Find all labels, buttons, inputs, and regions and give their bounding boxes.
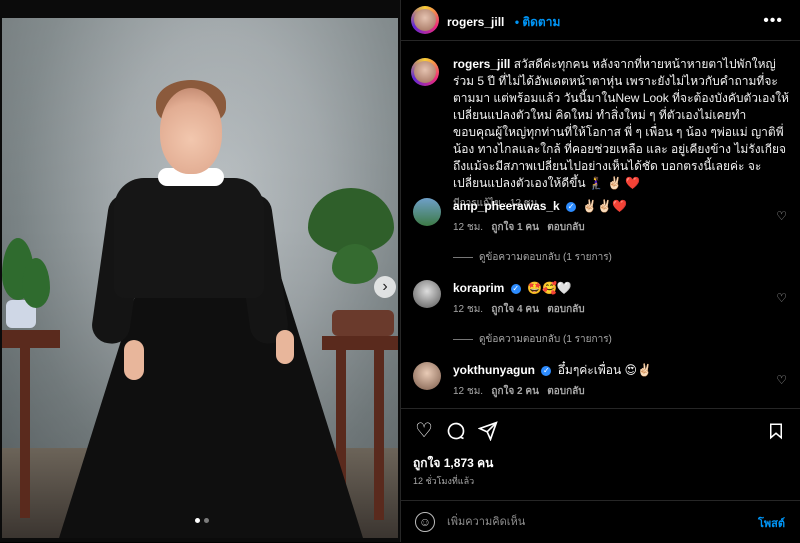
right-pot	[332, 310, 394, 336]
comment-text: 🤩🥰🤍	[527, 281, 572, 295]
carousel-dot-active	[195, 518, 200, 523]
more-icon[interactable]: •••	[763, 12, 783, 30]
divider	[401, 408, 800, 409]
heart-icon[interactable]: ♡	[776, 290, 787, 306]
comment-item: yokthunyagun ✓ อึ๋มๆค่ะเพื่อน 😍✌🏻 12 ชม.…	[413, 362, 789, 400]
right-plant-stand	[322, 336, 398, 350]
avatar[interactable]	[411, 6, 439, 34]
caption-username[interactable]: rogers_jill	[453, 57, 510, 71]
instagram-post-modal: › rogers_jill • ติดตาม ••• rogers_jill ส…	[0, 0, 800, 542]
carousel-dot	[204, 518, 209, 523]
post-photo: ›	[2, 18, 398, 538]
post-header: rogers_jill • ติดตาม •••	[401, 0, 800, 41]
view-replies-button[interactable]: ดูข้อความตอบกลับ (1 รายการ)	[453, 250, 612, 265]
post-details-panel: rogers_jill • ติดตาม ••• rogers_jill สวั…	[400, 0, 800, 542]
comment-item: amp_pheerawas_k ✓ ✌🏻✌🏻❤️ 12 ชม. ถูกใจ 1 …	[413, 198, 789, 236]
view-replies-button[interactable]: ดูข้อความตอบกลับ (1 รายการ)	[453, 332, 612, 347]
verified-icon: ✓	[566, 202, 577, 212]
reply-button[interactable]: ตอบกลับ	[547, 304, 584, 315]
heart-icon[interactable]: ♡	[413, 420, 435, 442]
post-actions: ♡	[413, 420, 789, 444]
comment-icon[interactable]	[445, 420, 467, 442]
post-caption: rogers_jill สวัสดีค่ะทุกคน หลังจากที่หาย…	[413, 56, 789, 212]
heart-icon[interactable]: ♡	[776, 208, 787, 224]
verified-icon: ✓	[541, 366, 552, 376]
bonsai-foliage-2	[332, 244, 378, 284]
comment-username[interactable]: amp_pheerawas_k	[453, 199, 560, 213]
comment-input[interactable]	[445, 511, 729, 533]
left-plant-stand	[2, 330, 60, 348]
avatar[interactable]	[413, 362, 441, 390]
comment-time: 12 ชม.	[453, 386, 484, 397]
post-username[interactable]: rogers_jill	[447, 15, 504, 29]
bookmark-icon[interactable]	[765, 420, 787, 442]
face	[160, 88, 222, 174]
reply-button[interactable]: ตอบกลับ	[547, 386, 584, 397]
hand-left	[124, 340, 144, 380]
hand-right	[276, 330, 294, 364]
heart-icon[interactable]: ♡	[776, 372, 787, 388]
comment-likes[interactable]: ถูกใจ 2 คน	[491, 386, 539, 397]
left-stand-leg	[20, 348, 30, 518]
avatar[interactable]	[413, 198, 441, 226]
caption-text: สวัสดีค่ะทุกคน หลังจากที่หายหน้าหายตาไปพ…	[453, 57, 789, 190]
carousel-dots	[195, 518, 209, 523]
chevron-right-icon[interactable]: ›	[374, 276, 396, 298]
dress-bodice	[114, 178, 264, 298]
share-icon[interactable]	[477, 420, 499, 442]
comment-composer: ☺ โพสต์	[401, 500, 800, 543]
comment-likes[interactable]: ถูกใจ 1 คน	[491, 222, 539, 233]
comment-time: 12 ชม.	[453, 222, 484, 233]
post-time: 12 ชั่วโมงที่แล้ว	[413, 476, 475, 486]
comment-text: ✌🏻✌🏻❤️	[582, 199, 628, 213]
right-stand-leg-2	[374, 350, 384, 520]
avatar[interactable]	[413, 280, 441, 308]
like-count[interactable]: ถูกใจ 1,873 คน	[413, 454, 493, 473]
comment-text: อึ๋มๆค่ะเพื่อน 😍✌🏻	[557, 363, 652, 377]
reply-button[interactable]: ตอบกลับ	[547, 222, 584, 233]
comment-username[interactable]: koraprim	[453, 281, 504, 295]
emoji-icon[interactable]: ☺	[415, 512, 435, 532]
comment-likes[interactable]: ถูกใจ 4 คน	[491, 304, 539, 315]
comment-time: 12 ชม.	[453, 304, 484, 315]
post-comment-button[interactable]: โพสต์	[758, 514, 785, 532]
follow-button[interactable]: • ติดตาม	[515, 15, 561, 29]
comment-username[interactable]: yokthunyagun	[453, 363, 535, 377]
verified-icon: ✓	[510, 284, 521, 294]
comment-item: koraprim ✓ 🤩🥰🤍 12 ชม. ถูกใจ 4 คน ตอบกลับ…	[413, 280, 789, 318]
